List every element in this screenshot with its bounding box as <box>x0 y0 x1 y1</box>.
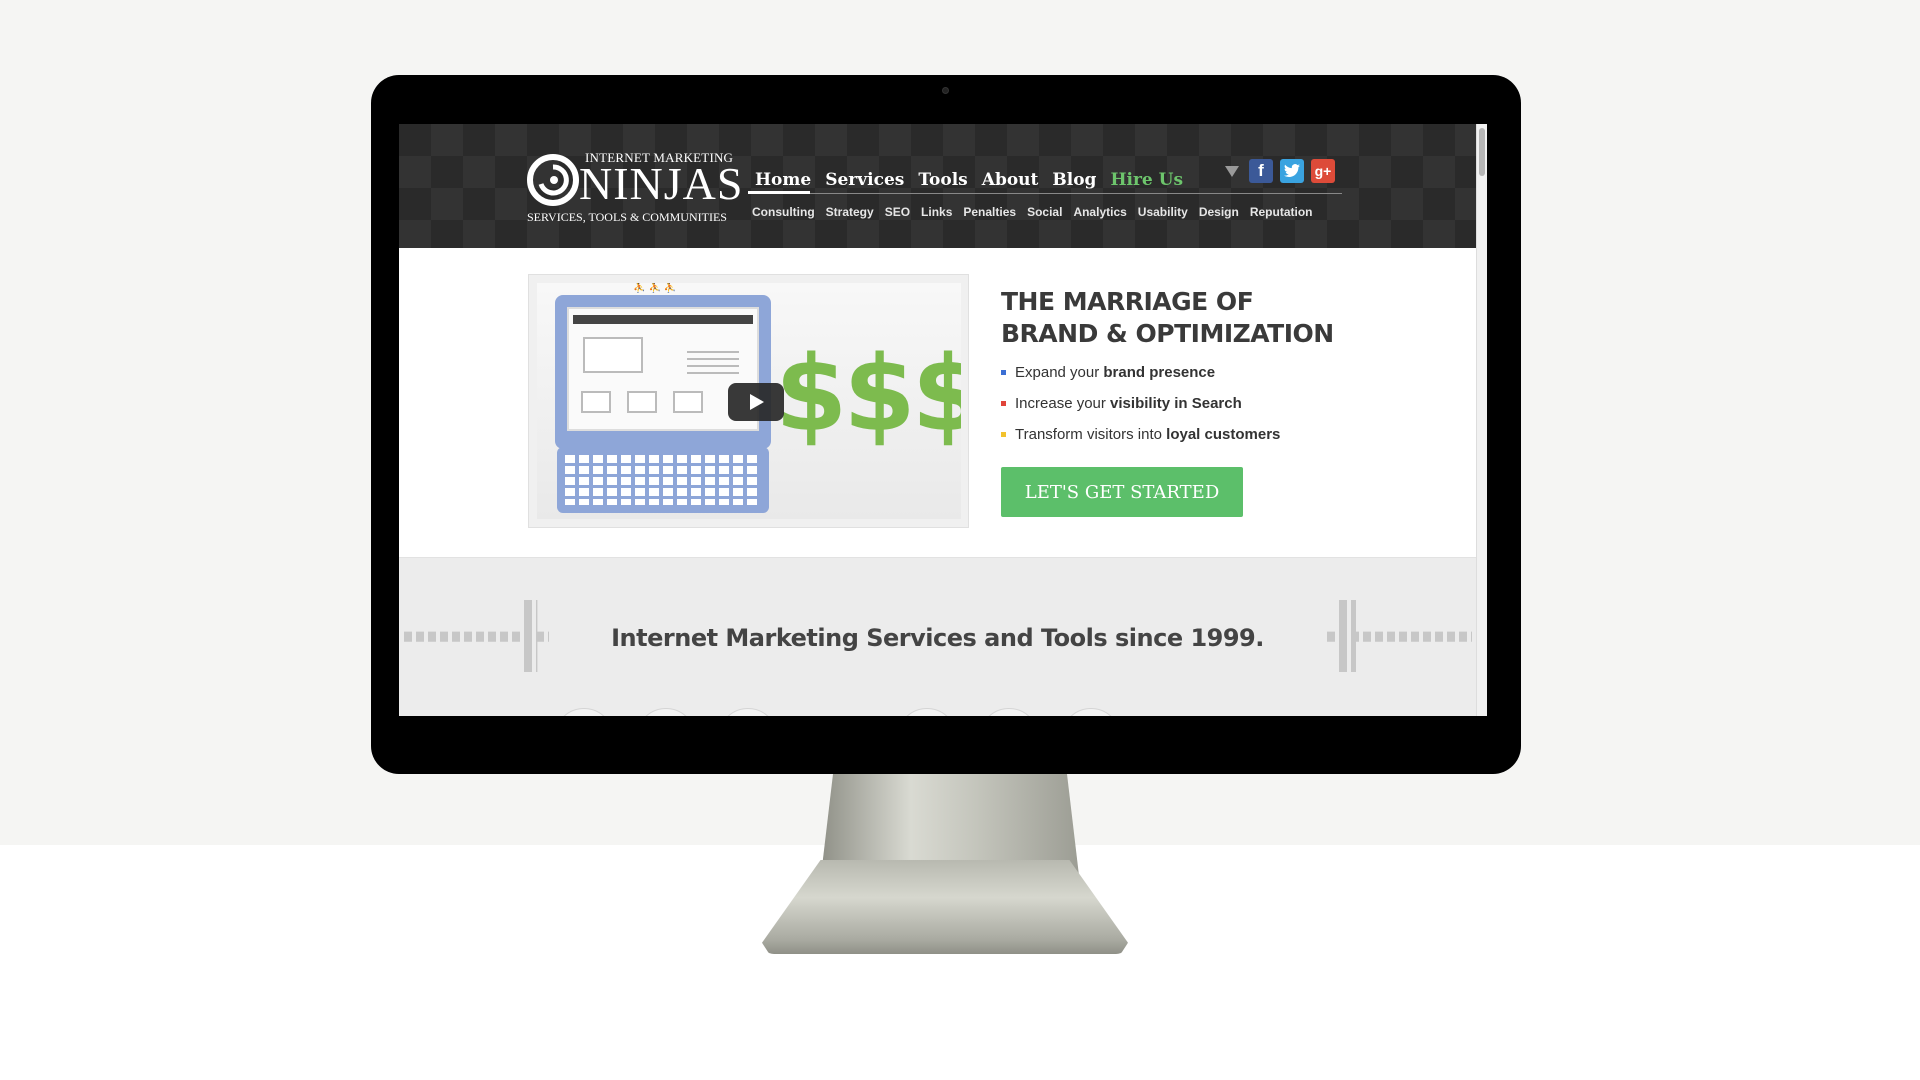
keyboard-illustration <box>557 447 769 513</box>
service-circle-icon[interactable] <box>636 708 696 716</box>
bullet-text: Transform visitors into <box>1015 426 1167 443</box>
dollar-signs: $$$ <box>775 333 961 455</box>
nav-about[interactable]: About <box>982 170 1039 190</box>
stick-figures-illustration: ⛹⛹⛹ <box>633 283 680 294</box>
hero-benefits-list: Expand your brand presence Increase your… <box>1001 364 1280 457</box>
illus-block <box>627 391 657 413</box>
scrollbar[interactable] <box>1476 124 1487 716</box>
hero-title-line1: THE MARRIAGE OF <box>1001 287 1254 316</box>
facebook-icon[interactable]: f <box>1249 159 1273 183</box>
nav-home[interactable]: Home <box>755 170 811 190</box>
camera-icon <box>942 87 949 94</box>
sub-nav: Consulting Strategy SEO Links Penalties … <box>752 205 1324 219</box>
twitter-icon[interactable] <box>1280 159 1304 183</box>
bullet-text: Expand your <box>1015 364 1104 381</box>
services-band: Internet Marketing Services and Tools si… <box>399 557 1476 716</box>
service-circle-icon[interactable] <box>718 708 778 716</box>
key-rows-illustration <box>565 455 761 505</box>
service-circle-icon[interactable] <box>1061 708 1121 716</box>
logo-tagline-bottom: SERVICES, TOOLS & COMMUNITIES <box>527 210 727 224</box>
hero-title-line2: BRAND & OPTIMIZATION <box>1001 319 1334 348</box>
list-item: Transform visitors into loyal customers <box>1001 426 1280 457</box>
list-item: Expand your brand presence <box>1001 364 1280 395</box>
subnav-usability[interactable]: Usability <box>1138 205 1188 219</box>
list-item: Increase your visibility in Search <box>1001 395 1280 426</box>
nav-blog[interactable]: Blog <box>1052 170 1096 190</box>
logo-wordmark: NINJAS <box>579 158 744 209</box>
nav-services[interactable]: Services <box>825 170 904 190</box>
browser-bar-illustration <box>573 315 753 324</box>
subnav-design[interactable]: Design <box>1199 205 1239 219</box>
googleplus-icon[interactable]: g+ <box>1311 159 1335 183</box>
nav-divider <box>748 193 1342 194</box>
computer-illustration <box>555 295 771 449</box>
hero-video[interactable]: ⛹⛹⛹ $$$ <box>528 274 969 528</box>
illus-block <box>581 391 611 413</box>
subnav-reputation[interactable]: Reputation <box>1250 205 1313 219</box>
hero-title: THE MARRIAGE OF BRAND & OPTIMIZATION <box>1001 286 1341 350</box>
service-circle-icon[interactable] <box>554 708 614 716</box>
monitor-stand-base <box>762 860 1128 954</box>
browser-viewport: INTERNET MARKETING NINJAS SERVICES, TOOL… <box>399 124 1487 716</box>
bullet-emphasis: visibility in Search <box>1110 395 1242 412</box>
dropdown-caret-icon[interactable] <box>1225 166 1239 177</box>
play-icon[interactable] <box>728 383 784 421</box>
bullet-icon <box>1001 370 1006 375</box>
subnav-analytics[interactable]: Analytics <box>1073 205 1126 219</box>
bullet-text: Increase your <box>1015 395 1111 412</box>
logo-swirl-icon <box>527 154 579 206</box>
scrollbar-thumb[interactable] <box>1479 128 1485 176</box>
illus-block <box>583 337 643 373</box>
subnav-links[interactable]: Links <box>921 205 952 219</box>
subnav-seo[interactable]: SEO <box>885 205 910 219</box>
subnav-penalties[interactable]: Penalties <box>963 205 1016 219</box>
bullet-emphasis: brand presence <box>1103 364 1216 381</box>
illus-text-lines <box>687 351 739 379</box>
subnav-social[interactable]: Social <box>1027 205 1062 219</box>
illus-block <box>673 391 703 413</box>
nav-hire-us[interactable]: Hire Us <box>1110 170 1183 190</box>
get-started-button[interactable]: LET'S GET STARTED <box>1001 467 1243 517</box>
site-header: INTERNET MARKETING NINJAS SERVICES, TOOL… <box>399 124 1476 248</box>
subnav-consulting[interactable]: Consulting <box>752 205 815 219</box>
service-circle-icon[interactable] <box>897 708 957 716</box>
bullet-icon <box>1001 401 1006 406</box>
bullet-emphasis: loyal customers <box>1166 426 1281 443</box>
subnav-strategy[interactable]: Strategy <box>826 205 874 219</box>
nav-active-indicator <box>748 191 810 194</box>
band-title: Internet Marketing Services and Tools si… <box>611 624 1264 652</box>
site-logo[interactable]: INTERNET MARKETING NINJAS SERVICES, TOOL… <box>527 150 742 226</box>
main-nav: Home Services Tools About Blog Hire Us <box>748 160 1190 190</box>
service-circle-icon[interactable] <box>979 708 1039 716</box>
nav-tools[interactable]: Tools <box>918 170 967 190</box>
bullet-icon <box>1001 432 1006 437</box>
video-thumbnail: ⛹⛹⛹ $$$ <box>537 283 961 519</box>
twitter-bird-icon <box>1284 164 1300 178</box>
service-icons-row <box>399 708 1476 716</box>
